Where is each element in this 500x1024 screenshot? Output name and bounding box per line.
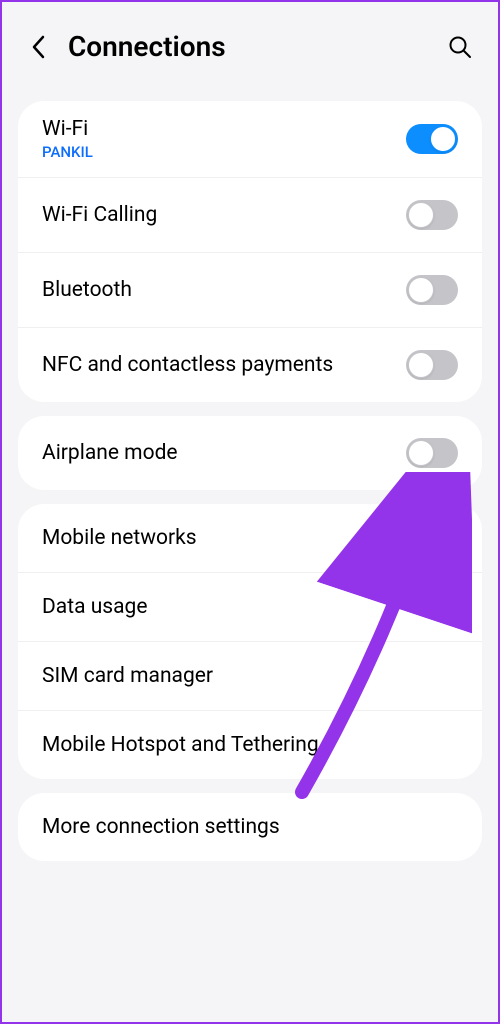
row-wifi-calling[interactable]: Wi-Fi Calling	[18, 178, 482, 253]
row-airplane-mode[interactable]: Airplane mode	[18, 416, 482, 490]
section-wireless: Wi-Fi PANKIL Wi-Fi Calling Bluetooth NFC…	[18, 101, 482, 402]
row-wifi[interactable]: Wi-Fi PANKIL	[18, 101, 482, 178]
search-button[interactable]	[446, 33, 474, 61]
section-more: More connection settings	[18, 793, 482, 861]
row-label: Wi-Fi Calling	[42, 203, 406, 227]
wifi-toggle[interactable]	[406, 124, 458, 154]
row-nfc[interactable]: NFC and contactless payments	[18, 328, 482, 402]
airplane-mode-toggle[interactable]	[406, 438, 458, 468]
row-label: Wi-Fi	[42, 117, 406, 141]
row-mobile-networks[interactable]: Mobile networks	[18, 504, 482, 573]
row-hotspot[interactable]: Mobile Hotspot and Tethering	[18, 711, 482, 779]
bluetooth-toggle[interactable]	[406, 275, 458, 305]
row-label: Bluetooth	[42, 278, 406, 302]
nfc-toggle[interactable]	[406, 350, 458, 380]
page-title: Connections	[68, 30, 446, 63]
row-label: NFC and contactless payments	[42, 353, 406, 377]
back-button[interactable]	[26, 35, 50, 59]
wifi-network-name: PANKIL	[42, 143, 406, 161]
wifi-calling-toggle[interactable]	[406, 200, 458, 230]
search-icon	[448, 35, 472, 59]
chevron-left-icon	[31, 35, 45, 59]
header: Connections	[2, 2, 498, 83]
row-data-usage[interactable]: Data usage	[18, 573, 482, 642]
section-mobile: Mobile networks Data usage SIM card mana…	[18, 504, 482, 779]
row-bluetooth[interactable]: Bluetooth	[18, 253, 482, 328]
row-label: Airplane mode	[42, 441, 406, 465]
row-label: More connection settings	[42, 815, 458, 839]
row-label: SIM card manager	[42, 664, 458, 688]
row-sim-manager[interactable]: SIM card manager	[18, 642, 482, 711]
row-label: Mobile Hotspot and Tethering	[42, 733, 458, 757]
row-label: Mobile networks	[42, 526, 458, 550]
row-label: Data usage	[42, 595, 458, 619]
section-airplane: Airplane mode	[18, 416, 482, 490]
row-more-settings[interactable]: More connection settings	[18, 793, 482, 861]
